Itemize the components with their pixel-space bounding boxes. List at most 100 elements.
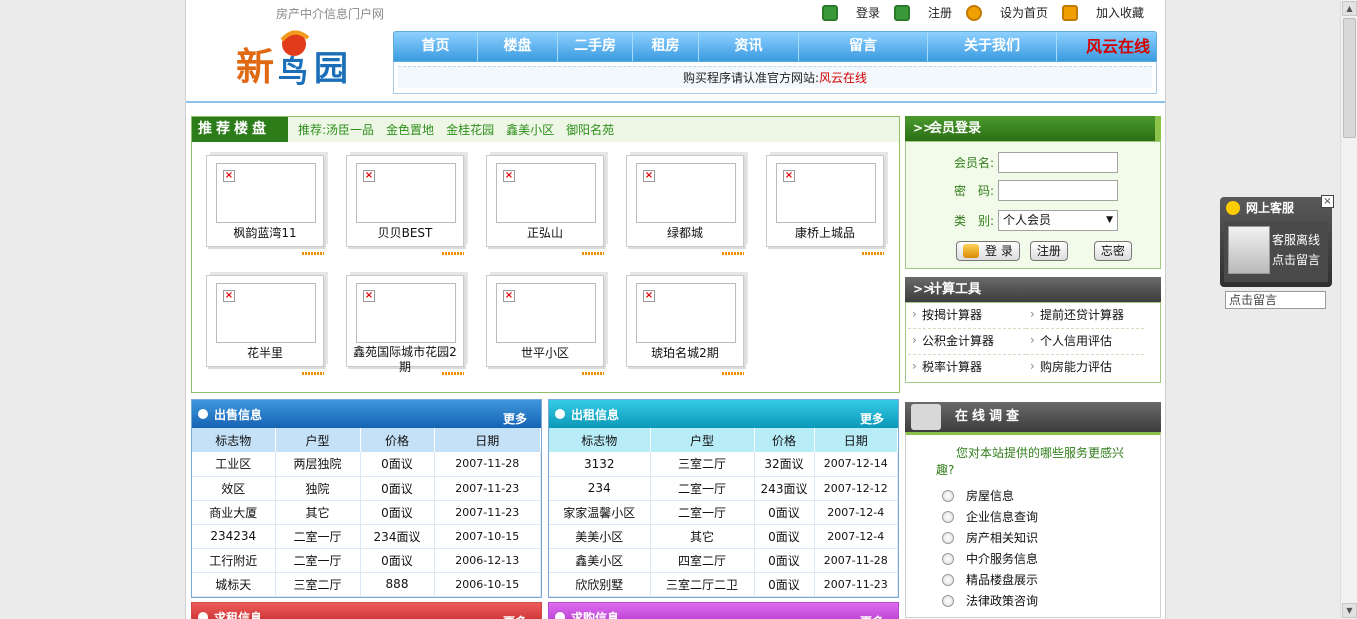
property-card[interactable]: × 正弘山 <box>482 155 604 255</box>
property-card[interactable]: × 世平小区 <box>482 275 604 375</box>
property-image[interactable]: × <box>216 163 316 223</box>
want-buy-more-link[interactable]: 更多 <box>860 613 884 619</box>
sale-more-link[interactable]: 更多 <box>503 410 527 427</box>
table-row[interactable]: 234234 二室一厅 234面议 2007-10-15 <box>192 524 541 549</box>
table-row[interactable]: 欣欣别墅 三室二厅二卫 0面议 2007-11-23 <box>549 572 898 597</box>
calc-link[interactable]: 税率计算器 <box>908 354 1026 381</box>
nav-guestbook[interactable]: 留言 <box>799 32 928 61</box>
scroll-up-arrow-icon[interactable]: ▲ <box>1342 1 1357 16</box>
property-card[interactable]: × 绿都城 <box>622 155 744 255</box>
cell-landmark[interactable]: 商业大厦 <box>192 500 276 525</box>
cell-landmark[interactable]: 城标天 <box>192 572 276 597</box>
forgot-password-button[interactable]: 忘密 <box>1093 241 1132 261</box>
property-name[interactable]: 世平小区 <box>486 345 604 361</box>
cell-landmark[interactable]: 欣欣别墅 <box>549 572 651 597</box>
property-card[interactable]: × 琥珀名城2期 <box>622 275 744 375</box>
property-image[interactable]: × <box>496 283 596 343</box>
property-image[interactable]: × <box>216 283 316 343</box>
survey-option[interactable]: 精品楼盘展示 <box>942 571 1038 588</box>
property-card[interactable]: × 贝贝BEST <box>342 155 464 255</box>
table-row[interactable]: 工业区 两层独院 0面议 2007-11-28 <box>192 452 541 477</box>
recommend-link[interactable]: 御阳名苑 <box>566 121 614 138</box>
radio-button[interactable] <box>942 594 954 607</box>
property-name[interactable]: 正弘山 <box>486 225 604 241</box>
calc-link[interactable]: 公积金计算器 <box>908 328 1026 355</box>
property-name[interactable]: 贝贝BEST <box>346 225 464 241</box>
recommend-link[interactable]: 金桂花园 <box>446 121 494 138</box>
radio-button[interactable] <box>942 552 954 565</box>
cell-landmark[interactable]: 234234 <box>192 524 276 549</box>
scrollbar-thumb[interactable] <box>1343 18 1356 138</box>
radio-button[interactable] <box>942 510 954 523</box>
cell-landmark[interactable]: 鑫美小区 <box>549 548 651 573</box>
cell-landmark[interactable]: 工业区 <box>192 452 276 477</box>
recommend-link[interactable]: 鑫美小区 <box>506 121 554 138</box>
notice-site-link[interactable]: 风云在线 <box>819 71 867 85</box>
nav-brand[interactable]: 风云在线 <box>1057 32 1156 61</box>
login-button[interactable]: 登 录 <box>956 241 1020 261</box>
nav-rent[interactable]: 租房 <box>633 32 699 61</box>
nav-news[interactable]: 资讯 <box>699 32 799 61</box>
nav-home[interactable]: 首页 <box>394 32 478 61</box>
property-name[interactable]: 花半里 <box>206 345 324 361</box>
rent-more-link[interactable]: 更多 <box>860 410 884 427</box>
table-row[interactable]: 家家温馨小区 二室一厅 0面议 2007-12-4 <box>549 500 898 525</box>
cell-landmark[interactable]: 3132 <box>549 452 651 477</box>
nav-secondhand[interactable]: 二手房 <box>558 32 633 61</box>
table-row[interactable]: 工行附近 二室一厅 0面议 2006-12-13 <box>192 548 541 573</box>
nav-about[interactable]: 关于我们 <box>928 32 1057 61</box>
service-leave-message[interactable]: 点击留言 <box>1272 250 1320 270</box>
table-row[interactable]: 3132 三室二厅 32面议 2007-12-14 <box>549 452 898 477</box>
username-input[interactable] <box>998 152 1118 173</box>
survey-option[interactable]: 房产相关知识 <box>942 529 1038 546</box>
property-image[interactable]: × <box>496 163 596 223</box>
radio-button[interactable] <box>942 573 954 586</box>
page-scrollbar[interactable]: ▲ ▼ <box>1340 0 1357 619</box>
cell-landmark[interactable]: 美美小区 <box>549 524 651 549</box>
member-type-select[interactable]: 个人会员 ▼ <box>998 210 1118 231</box>
property-name[interactable]: 枫韵蓝湾11 <box>206 225 324 241</box>
property-image[interactable]: × <box>636 283 736 343</box>
radio-button[interactable] <box>942 489 954 502</box>
leave-message-input[interactable]: 点击留言 <box>1225 291 1326 309</box>
property-image[interactable]: × <box>356 283 456 343</box>
want-rent-more-link[interactable]: 更多 <box>503 613 527 619</box>
property-image[interactable]: × <box>776 163 876 223</box>
property-card[interactable]: × 鑫苑国际城市花园2期 <box>342 275 464 375</box>
property-card[interactable]: × 康桥上城品 <box>762 155 884 255</box>
table-row[interactable]: 效区 独院 0面议 2007-11-23 <box>192 476 541 501</box>
calc-link[interactable]: 购房能力评估 <box>1026 354 1144 381</box>
cell-landmark[interactable]: 家家温馨小区 <box>549 500 651 525</box>
table-row[interactable]: 234 二室一厅 243面议 2007-12-12 <box>549 476 898 501</box>
property-card[interactable]: × 花半里 <box>202 275 324 375</box>
close-icon[interactable]: × <box>1321 195 1334 208</box>
calc-link[interactable]: 按揭计算器 <box>908 302 1026 329</box>
table-row[interactable]: 商业大厦 其它 0面议 2007-11-23 <box>192 500 541 525</box>
recommend-link[interactable]: 推荐:汤臣一品 <box>298 121 374 138</box>
cell-landmark[interactable]: 效区 <box>192 476 276 501</box>
site-logo[interactable]: 新 鸟 园 <box>234 30 358 90</box>
survey-option[interactable]: 企业信息查询 <box>942 508 1038 525</box>
set-homepage-link[interactable]: 设为首页 <box>966 4 1048 21</box>
survey-option[interactable]: 法律政策咨询 <box>942 592 1038 609</box>
nav-buildings[interactable]: 楼盘 <box>478 32 558 61</box>
password-input[interactable] <box>998 180 1118 201</box>
table-row[interactable]: 鑫美小区 四室二厅 0面议 2007-11-28 <box>549 548 898 573</box>
property-name[interactable]: 鑫苑国际城市花园2期 <box>346 345 464 375</box>
table-row[interactable]: 城标天 三室二厅 888 2006-10-15 <box>192 572 541 597</box>
login-link[interactable]: 登录 <box>822 4 880 21</box>
recommend-link[interactable]: 金色置地 <box>386 121 434 138</box>
online-service-widget[interactable]: 网上客服 × 客服离线 点击留言 <box>1220 195 1334 287</box>
property-name[interactable]: 康桥上城品 <box>766 225 884 241</box>
property-name[interactable]: 绿都城 <box>626 225 744 241</box>
property-name[interactable]: 琥珀名城2期 <box>626 345 744 361</box>
survey-option[interactable]: 中介服务信息 <box>942 550 1038 567</box>
calc-link[interactable]: 个人信用评估 <box>1026 328 1144 355</box>
property-image[interactable]: × <box>356 163 456 223</box>
register-link[interactable]: 注册 <box>894 4 952 21</box>
register-button[interactable]: 注册 <box>1029 241 1068 261</box>
property-card[interactable]: × 枫韵蓝湾11 <box>202 155 324 255</box>
scroll-down-arrow-icon[interactable]: ▼ <box>1342 603 1357 618</box>
calc-link[interactable]: 提前还贷计算器 <box>1026 302 1144 329</box>
property-image[interactable]: × <box>636 163 736 223</box>
